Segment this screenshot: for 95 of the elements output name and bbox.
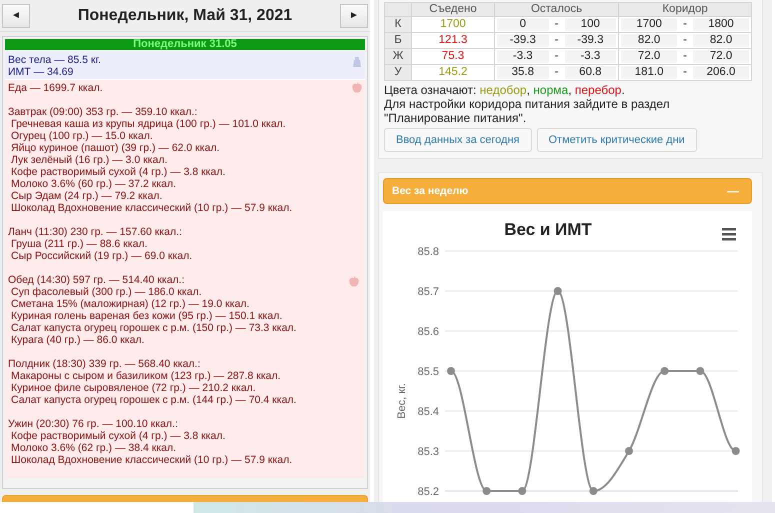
data-point	[518, 487, 526, 495]
table-cell: 72.0	[693, 50, 749, 63]
food-item: Сыр Российский (19 гр.) — 69.0 ккал.	[10, 250, 192, 262]
table-cell: -3.3	[564, 50, 616, 63]
day-banner: Понедельник 31.05	[5, 39, 365, 50]
meal-title: Ужин (20:30) 76 гр. — 100.10 ккал.:	[8, 418, 178, 430]
food-item: Суп фасолевый (300 гр.) — 186.0 ккал.	[10, 286, 202, 298]
table-cell: 206.0	[693, 66, 749, 79]
food-item: Гречневая каша из крупы ядрица (100 гр.) — 101.0 ккал.	[10, 118, 286, 130]
meal-title: Обед (14:30) 597 гр. — 514.40 ккал.:	[8, 274, 185, 286]
table-cell: 181.0	[621, 66, 678, 79]
row-label: Б	[384, 32, 412, 48]
food-item: Молоко 3.6% (62 гр.) — 38.4 ккал.	[10, 442, 176, 454]
food-item: Салат капуста огурец горошек с р.м. (150 гр.) — 73.3 ккал.	[10, 322, 296, 334]
color-legend: Цвета означают: недобор, норма, перебор.	[384, 83, 756, 97]
row-label: Ж	[384, 48, 412, 64]
range-dash: -	[682, 18, 688, 31]
body-stat: ИМТ — 34.69	[8, 66, 74, 78]
table-cell: -39.3	[564, 34, 616, 47]
meal-title: Ланч (11:30) 230 гр. — 157.60 ккал.:	[8, 226, 182, 238]
table-cell: -39.3	[497, 34, 549, 47]
menu-icon[interactable]	[722, 228, 736, 240]
body-stat: Вес тела — 85.5 кг.	[8, 54, 101, 66]
data-point	[732, 447, 740, 455]
next-day-button[interactable]: ►	[340, 4, 368, 28]
data-point	[482, 487, 491, 495]
food-item: Сыр Эдам (24 гр.) — 79.2 ккал.	[10, 190, 162, 202]
food-item: Куриная голень вареная без кожи (95 гр.) — 150.1 ккал.	[10, 310, 282, 322]
table-cell: 145.2	[412, 64, 494, 80]
range-dash: -	[554, 50, 560, 63]
data-point	[660, 367, 669, 375]
food-item: Шоколад Вдохновение классический (10 гр.) — 57.9 ккал.	[10, 454, 292, 466]
data-point	[696, 367, 704, 375]
table-cell: 35.8	[497, 66, 549, 79]
food-item: Сметана 15% (маложирная) (12 гр.) — 19.0 ккал.	[10, 298, 250, 310]
food-item: Кофе растворимый сухой (4 гр.) — 3.8 ккал.	[10, 166, 226, 178]
y-tick-label: 85.3	[418, 446, 439, 458]
table-cell: 60.8	[564, 66, 616, 79]
food-item: Салат капуста огурец горошек с р.м. (144 гр.) — 70.4 ккал.	[10, 394, 296, 406]
range-dash: -	[682, 66, 688, 79]
data-point	[589, 487, 598, 495]
food-item: Куриное филе сыровяленое (72 гр.) — 210.2 ккал.	[10, 382, 256, 394]
table-cell: 1800	[693, 18, 749, 31]
food-item: Кофе растворимый сухой (4 гр.) — 3.8 ккал.	[10, 430, 226, 442]
food-item: Огурец (100 гр.) — 15.0 ккал.	[10, 130, 153, 142]
food-item: Молоко 3.6% (60 гр.) — 37.2 ккал.	[10, 178, 176, 190]
food-item: Курага (40 гр.) — 86.0 ккал.	[10, 334, 144, 346]
column-header: Съедено	[412, 2, 494, 16]
range-dash: -	[554, 66, 560, 79]
food-item: Яйцо куриное (пашот) (39 гр.) — 62.0 ккал.	[10, 142, 220, 154]
table-cell: 82.0	[693, 34, 749, 47]
y-axis-label: Вес, кг.	[396, 383, 408, 419]
table-cell: 1700	[621, 18, 678, 31]
range-dash: -	[554, 34, 560, 47]
apple-icon	[352, 82, 362, 93]
data-point	[625, 447, 633, 455]
y-tick-label: 85.5	[418, 366, 439, 378]
row-label: К	[384, 16, 412, 32]
meal-title: Полдник (18:30) 339 гр. — 568.40 ккал.:	[8, 358, 200, 370]
table-cell: 75.3	[412, 48, 494, 64]
food-item: Шоколад Вдохновение классический (10 гр.) — 57.9 ккал.	[10, 202, 292, 214]
date-title: Понедельник, Май 31, 2021	[78, 6, 292, 24]
food-item: Лук зелёный (16 гр.) — 3.0 ккал.	[10, 154, 168, 166]
y-tick-label: 85.6	[418, 326, 439, 338]
action-button[interactable]: Ввод данных за сегодня	[384, 128, 532, 152]
panel-title: Вес за неделю	[392, 185, 468, 197]
y-tick-label: 85.4	[418, 406, 439, 418]
food-total: Еда — 1699.7 ккал.	[8, 82, 103, 94]
table-cell: -3.3	[497, 50, 549, 63]
previous-day-button[interactable]: ◄	[2, 4, 30, 28]
table-cell: 0	[497, 18, 549, 31]
food-item: Макароны с сыром и базиликом (123 гр.) — 287.8 ккал.	[10, 370, 281, 382]
range-dash: -	[682, 34, 688, 47]
column-header: Осталось	[494, 2, 619, 16]
scale-icon	[352, 57, 362, 68]
y-tick-label: 85.8	[418, 246, 439, 258]
column-header: Коридор	[618, 2, 752, 16]
settings-hint: Для настройки коридора питания зайдите в раздел "Планирование питания".	[384, 97, 671, 125]
apple-icon	[349, 276, 359, 287]
range-dash: -	[682, 50, 688, 63]
table-cell: 100	[564, 18, 616, 31]
table-cell: 1700	[412, 16, 494, 32]
y-tick-label: 85.2	[418, 486, 439, 498]
data-point	[554, 287, 562, 295]
table-cell: 82.0	[621, 34, 678, 47]
table-cell: 72.0	[621, 50, 678, 63]
row-label: У	[384, 64, 412, 80]
action-button[interactable]: Отметить критические дни	[536, 128, 697, 152]
table-cell: 121.3	[412, 32, 494, 48]
range-dash: -	[554, 18, 560, 31]
chart-title: Вес и ИМТ	[504, 220, 592, 239]
data-point	[447, 367, 455, 375]
meal-title: Завтрак (09:00) 353 гр. — 359.10 ккал.:	[8, 106, 198, 118]
food-item: Груша (211 гр.) — 88.6 ккал.	[10, 238, 148, 250]
y-tick-label: 85.7	[418, 286, 439, 298]
